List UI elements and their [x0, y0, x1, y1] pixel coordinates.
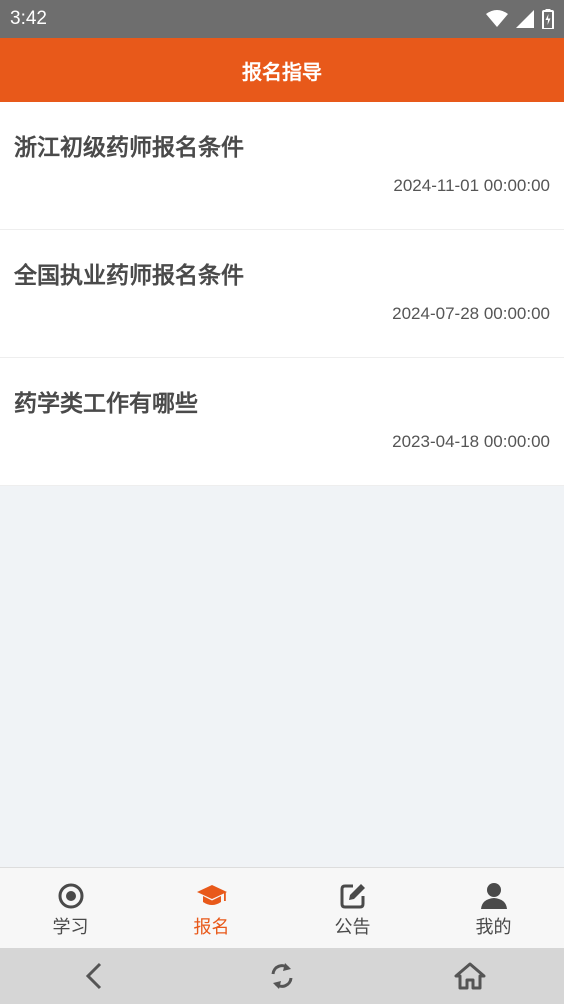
item-title: 浙江初级药师报名条件: [14, 135, 244, 161]
home-button[interactable]: [440, 948, 500, 1004]
tab-label: 公告: [334, 917, 371, 938]
item-title: 全国执业药师报名条件: [14, 263, 244, 289]
status-time: 3:42: [10, 8, 47, 29]
edit-icon: [340, 884, 365, 909]
chevron-left-icon: [85, 962, 102, 990]
tab-mine[interactable]: 我的: [423, 868, 564, 948]
header: 报名指导: [0, 38, 564, 102]
home-icon: [454, 962, 486, 990]
tab-register[interactable]: 报名: [141, 868, 282, 948]
article-list: 浙江初级药师报名条件 2024-11-01 00:00:00 全国执业药师报名条…: [0, 102, 564, 486]
target-icon: [58, 883, 83, 909]
tab-notice[interactable]: 公告: [282, 868, 423, 948]
battery-icon: [542, 9, 554, 29]
tab-label: 我的: [475, 917, 512, 938]
system-nav-bar: [0, 948, 564, 1004]
signal-icon: [516, 10, 534, 28]
list-item[interactable]: 全国执业药师报名条件 2024-07-28 00:00:00: [0, 230, 564, 358]
item-date: 2024-07-28 00:00:00: [392, 304, 550, 323]
refresh-icon: [271, 963, 293, 989]
item-title: 药学类工作有哪些: [14, 391, 198, 417]
list-item[interactable]: 浙江初级药师报名条件 2024-11-01 00:00:00: [0, 102, 564, 230]
tab-bar: 学习 报名 公告 我的: [0, 867, 564, 948]
wifi-icon: [486, 10, 508, 27]
item-date: 2024-11-01 00:00:00: [393, 176, 550, 195]
user-icon: [480, 883, 507, 909]
tab-study[interactable]: 学习: [0, 868, 141, 948]
status-bar: 3:42: [0, 0, 564, 38]
back-button[interactable]: [64, 948, 124, 1004]
page-title: 报名指导: [242, 59, 322, 84]
status-icons: [486, 9, 554, 29]
item-date: 2023-04-18 00:00:00: [392, 432, 550, 451]
refresh-button[interactable]: [252, 948, 312, 1004]
list-item[interactable]: 药学类工作有哪些 2023-04-18 00:00:00: [0, 358, 564, 486]
graduation-cap-icon: [196, 885, 227, 905]
tab-label: 报名: [193, 917, 230, 938]
tab-label: 学习: [52, 917, 89, 938]
